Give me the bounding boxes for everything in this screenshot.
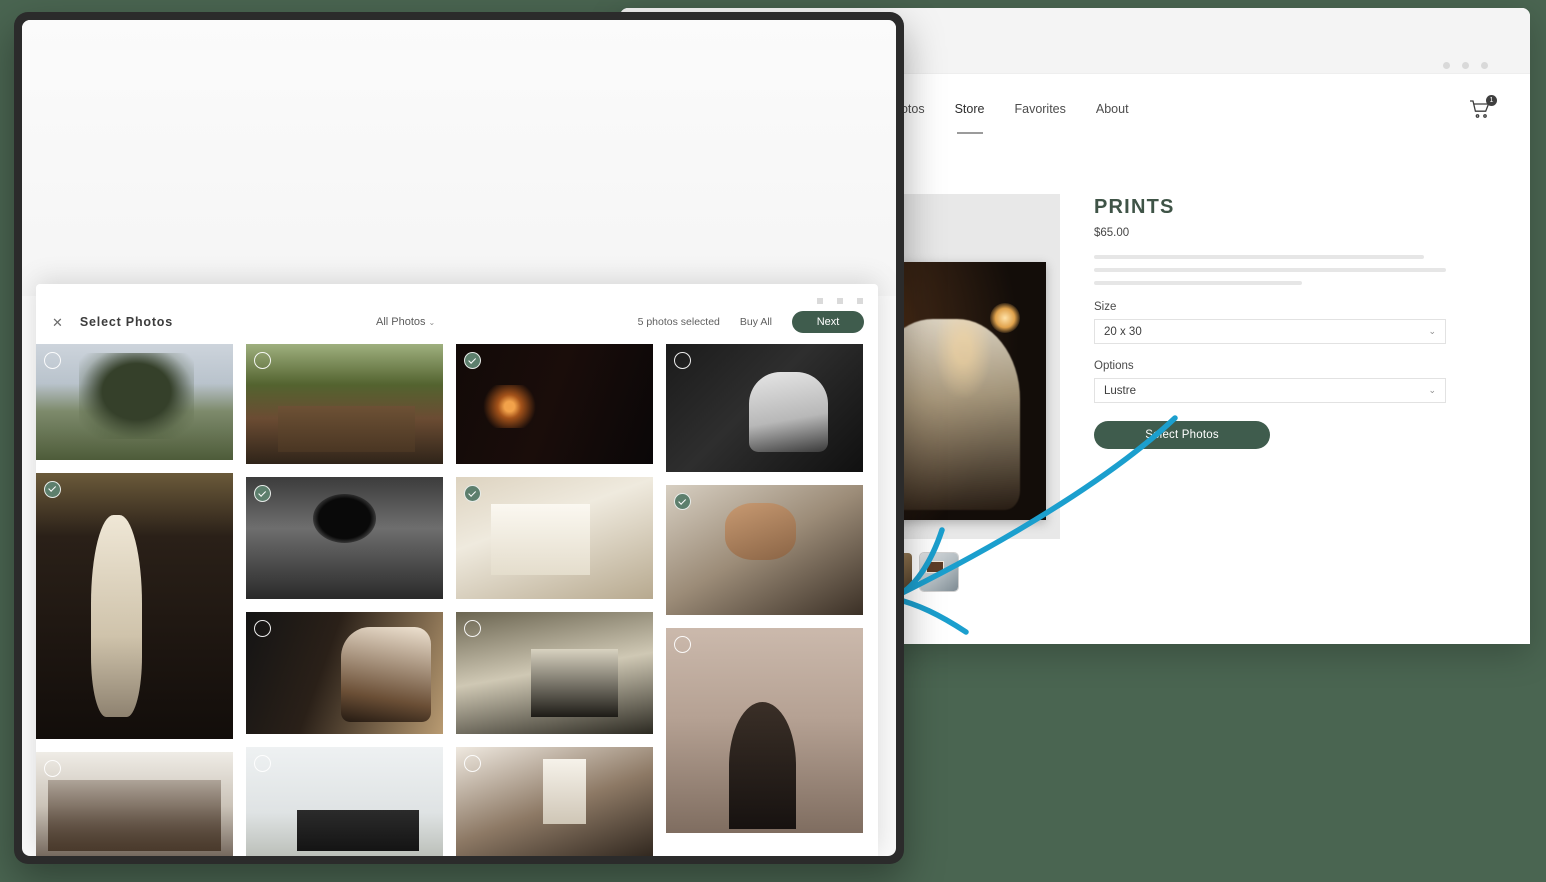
nav-item-favorites[interactable]: Favorites: [1014, 102, 1065, 118]
select-photos-modal: ✕ Select Photos All Photos ⌄ 5 photos sel…: [36, 284, 878, 856]
modal-loading-dots: [36, 284, 878, 304]
size-label: Size: [1094, 301, 1117, 313]
selected-count-label: 5 photos selected: [637, 316, 720, 328]
window-dot-3: [1481, 62, 1488, 69]
photo-select-checkbox[interactable]: [464, 620, 481, 638]
photo-lamp-highlight: [989, 303, 1020, 334]
photo-select-checkbox[interactable]: [254, 352, 271, 369]
photo-stone-archway[interactable]: [666, 628, 863, 833]
photo-select-checkbox[interactable]: [674, 493, 691, 510]
screenshot-stage: PATTERSON PHOTOGRAPHY Photos Store Favor…: [0, 0, 1546, 882]
page-backdrop: [22, 20, 896, 296]
photo-paper-wall[interactable]: [456, 477, 653, 600]
description-placeholder-line-3: [1094, 281, 1302, 285]
buy-all-button[interactable]: Buy All: [740, 316, 772, 328]
photo-grid-column-4: [666, 344, 863, 856]
modal-title: Select Photos: [79, 315, 173, 329]
photo-select-checkbox[interactable]: [254, 755, 271, 773]
photo-select-checkbox[interactable]: [254, 485, 271, 503]
photo-select-checkbox[interactable]: [254, 620, 271, 638]
photo-manor-house[interactable]: [246, 747, 443, 856]
modal-toolbar: ✕ Select Photos All Photos ⌄ 5 photos sel…: [36, 304, 878, 340]
photo-select-checkbox[interactable]: [44, 480, 61, 498]
nav-item-about[interactable]: About: [1096, 102, 1129, 118]
window-dot-2: [1462, 62, 1469, 69]
product-info: PRINTS $65.00 Size 20 x 30 ⌄ Options Lus…: [1060, 194, 1446, 591]
next-button[interactable]: Next: [792, 311, 864, 333]
photo-grid-column-3: [456, 344, 653, 856]
photo-hands-table[interactable]: [666, 485, 863, 615]
page-title: PRINTS: [1094, 196, 1175, 218]
cart-button[interactable]: 1: [1468, 95, 1497, 123]
photo-bw-seated-man[interactable]: [666, 344, 863, 472]
photo-crowd-ceremony[interactable]: [36, 751, 233, 856]
photo-grid: [36, 340, 878, 856]
size-select-value: 20 x 30: [1104, 325, 1142, 338]
nav-item-store[interactable]: Store: [955, 102, 985, 118]
device-window: ✕ Select Photos All Photos ⌄ 5 photos sel…: [14, 12, 904, 864]
chevron-down-icon: ⌄: [428, 318, 436, 327]
photo-hanging-dress[interactable]: [36, 472, 233, 739]
photo-tree-lawn[interactable]: [36, 344, 233, 460]
product-price: $65.00: [1094, 227, 1130, 239]
photo-grid-column-2: [246, 344, 443, 856]
photo-filter-label: All Photos: [376, 316, 426, 328]
photo-select-checkbox[interactable]: [674, 636, 691, 653]
photo-reception-room[interactable]: [456, 747, 653, 856]
photo-wooden-cabin[interactable]: [246, 344, 443, 465]
photo-select-checkbox[interactable]: [44, 352, 61, 369]
window-controls[interactable]: [1443, 62, 1488, 69]
photo-select-checkbox[interactable]: [464, 352, 481, 369]
options-select[interactable]: Lustre ⌄: [1094, 378, 1446, 403]
photo-grid-column-1: [36, 344, 233, 856]
options-label: Options: [1094, 360, 1134, 372]
photo-select-checkbox[interactable]: [674, 352, 691, 369]
cart-badge: 1: [1486, 95, 1497, 106]
photo-select-checkbox[interactable]: [464, 755, 481, 773]
size-select[interactable]: 20 x 30 ⌄: [1094, 319, 1446, 344]
photo-filter-dropdown[interactable]: All Photos ⌄: [376, 316, 435, 328]
photo-bw-mantelpiece[interactable]: [246, 477, 443, 600]
close-icon[interactable]: ✕: [52, 316, 63, 329]
photo-select-checkbox[interactable]: [44, 759, 61, 777]
select-photos-button[interactable]: Select Photos: [1094, 421, 1270, 449]
modal-toolbar-actions: 5 photos selected Buy All Next: [638, 311, 864, 333]
chevron-down-icon: ⌄: [1428, 326, 1436, 336]
thumbnail-room-2[interactable]: [919, 552, 959, 592]
site-navigation: Photos Store Favorites About: [886, 102, 1129, 118]
chevron-down-icon: ⌄: [1428, 385, 1436, 395]
device-screen: ✕ Select Photos All Photos ⌄ 5 photos sel…: [22, 20, 896, 856]
photo-dark-lamp-room[interactable]: [456, 344, 653, 465]
photo-bride-writing[interactable]: [246, 612, 443, 735]
photo-select-checkbox[interactable]: [464, 485, 481, 503]
options-select-value: Lustre: [1104, 384, 1136, 397]
description-placeholder-line-2: [1094, 268, 1446, 272]
photo-bride-fireplace[interactable]: [456, 612, 653, 735]
window-dot-1: [1443, 62, 1450, 69]
description-placeholder-line-1: [1094, 255, 1424, 259]
